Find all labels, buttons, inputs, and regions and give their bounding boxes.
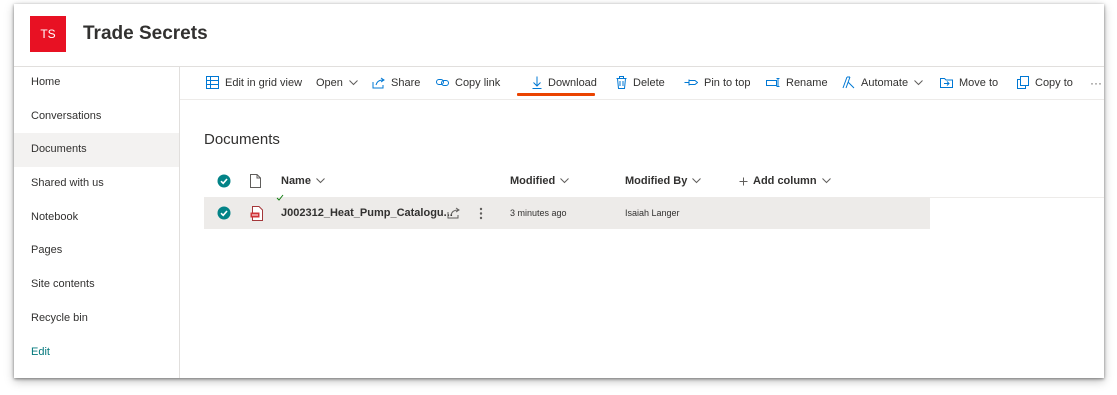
add-column-button[interactable]: Add column	[739, 165, 831, 197]
pin-to-top-label: Pin to top	[704, 76, 751, 89]
nav-item-shared-with-us[interactable]: Shared with us	[14, 167, 179, 201]
share-icon	[447, 207, 460, 219]
modified-cell: 3 minutes ago	[510, 197, 567, 229]
list-header: Name Modified Modified By Add column	[204, 165, 1104, 198]
download-highlight-underline	[517, 93, 595, 96]
nav-item-conversations[interactable]: Conversations	[14, 100, 179, 134]
share-button[interactable]: Share	[372, 66, 420, 99]
chevron-down-icon	[560, 178, 570, 184]
vertical-ellipsis-icon	[479, 207, 483, 219]
chevron-down-icon	[349, 79, 358, 85]
select-all-checkbox[interactable]	[217, 165, 231, 197]
rename-button[interactable]: Rename	[766, 66, 828, 99]
nav-item-site-contents[interactable]: Site contents	[14, 268, 179, 302]
modified-by-column-label: Modified By	[625, 175, 688, 187]
copy-link-label: Copy link	[455, 76, 501, 89]
copy-to-button[interactable]: Copy to	[1017, 66, 1073, 99]
open-label: Open	[316, 76, 343, 89]
check-circle-icon	[217, 206, 231, 220]
row-more-actions-button[interactable]	[479, 197, 483, 229]
site-title[interactable]: Trade Secrets	[83, 23, 208, 45]
chevron-down-icon	[316, 178, 325, 184]
modified-by-column-header[interactable]: Modified By	[625, 165, 702, 197]
grid-view-icon	[206, 76, 219, 89]
edit-in-grid-view-button[interactable]: Edit in grid view	[206, 66, 302, 99]
left-navigation: Home Conversations Documents Shared with…	[14, 66, 180, 378]
automate-flow-icon	[842, 76, 855, 89]
chevron-down-icon	[821, 178, 831, 184]
copy-icon	[1017, 76, 1029, 89]
modified-value: 3 minutes ago	[510, 208, 567, 218]
nav-item-pages[interactable]: Pages	[14, 234, 179, 268]
modified-by-cell: Isaiah Langer	[625, 197, 680, 229]
name-column-label: Name	[281, 175, 311, 187]
nav-item-notebook[interactable]: Notebook	[14, 201, 179, 235]
copy-link-button[interactable]: Copy link	[436, 66, 500, 99]
trash-icon	[616, 76, 627, 89]
link-icon	[436, 79, 449, 86]
table-row[interactable]: J002312_Heat_Pump_Catalogu... 3 minutes …	[204, 194, 930, 229]
site-logo[interactable]: TS	[30, 16, 66, 52]
site-logo-text: TS	[40, 27, 56, 41]
library-title: Documents	[204, 131, 280, 148]
pdf-file-icon	[250, 205, 263, 221]
move-to-label: Move to	[959, 76, 999, 89]
chevron-down-icon	[692, 178, 702, 184]
row-share-button[interactable]	[447, 197, 460, 229]
pdf-file-icon-cell	[250, 197, 264, 229]
file-name-link[interactable]: J002312_Heat_Pump_Catalogu...	[281, 207, 453, 219]
nav-item-home[interactable]: Home	[14, 66, 179, 100]
file-name-cell[interactable]: J002312_Heat_Pump_Catalogu...	[281, 197, 453, 229]
automate-label: Automate	[861, 76, 909, 89]
plus-icon	[739, 177, 748, 185]
download-label: Download	[548, 76, 597, 89]
command-bar: Edit in grid view Open Share Copy link D…	[180, 66, 1104, 100]
document-icon	[250, 174, 261, 188]
chevron-down-icon	[914, 79, 923, 85]
nav-item-documents[interactable]: Documents	[14, 133, 179, 168]
download-icon	[532, 76, 542, 89]
share-icon	[372, 77, 385, 88]
open-button[interactable]: Open	[316, 66, 358, 99]
move-folder-icon	[940, 78, 953, 88]
edit-in-grid-view-label: Edit in grid view	[225, 76, 303, 89]
modified-by-value[interactable]: Isaiah Langer	[625, 208, 680, 218]
rename-icon	[766, 78, 780, 87]
modified-column-label: Modified	[510, 175, 556, 187]
pin-icon	[684, 79, 698, 86]
share-label: Share	[391, 76, 421, 89]
rename-label: Rename	[786, 76, 828, 89]
nav-item-recycle-bin[interactable]: Recycle bin	[14, 302, 179, 336]
move-to-button[interactable]: Move to	[940, 66, 998, 99]
copy-to-label: Copy to	[1035, 76, 1073, 89]
delete-button[interactable]: Delete	[616, 66, 665, 99]
sharepoint-window: TS Trade Secrets Home Conversations Docu…	[14, 4, 1104, 378]
add-column-label: Add column	[753, 175, 817, 187]
more-actions-button[interactable]: ···	[1090, 66, 1102, 99]
name-column-header[interactable]: Name	[281, 165, 325, 197]
row-select-checkbox[interactable]	[217, 197, 231, 229]
pin-to-top-button[interactable]: Pin to top	[684, 66, 750, 99]
modified-column-header[interactable]: Modified	[510, 165, 570, 197]
automate-button[interactable]: Automate	[842, 66, 923, 99]
check-circle-icon	[217, 174, 231, 188]
delete-label: Delete	[633, 76, 665, 89]
file-type-column-header[interactable]	[250, 165, 261, 197]
site-header: TS Trade Secrets	[14, 4, 1104, 67]
nav-edit-link[interactable]: Edit	[14, 336, 179, 370]
